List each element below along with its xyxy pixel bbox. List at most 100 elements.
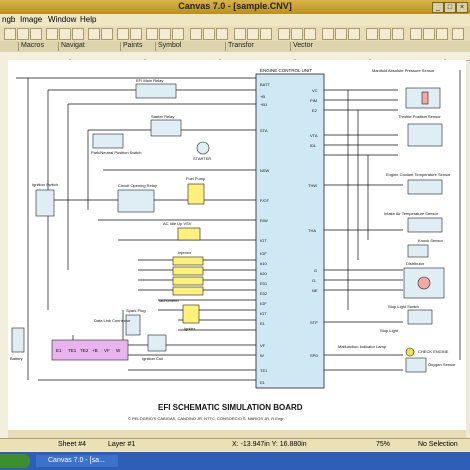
ecu-pin-label: G- bbox=[312, 278, 317, 283]
toolbar-button[interactable] bbox=[291, 28, 303, 40]
label-stop-switch: Stop Light Switch bbox=[388, 304, 419, 309]
ecu-pin-label: SPD bbox=[310, 353, 318, 358]
ecu-pin-label: NE bbox=[312, 288, 318, 293]
ecu-pin-label: E01 bbox=[260, 281, 268, 286]
label-data-link: Data Link Connector bbox=[94, 318, 131, 323]
toolbar-button[interactable] bbox=[410, 28, 422, 40]
board-credits: © PELOGRIO'S CABIGAS, CANDINO JR, NTTC, … bbox=[128, 416, 285, 421]
knock-sensor-symbol bbox=[407, 244, 429, 258]
starter-motor-symbol bbox=[196, 141, 210, 155]
toolbar-button[interactable] bbox=[117, 28, 129, 40]
toolbar-button[interactable] bbox=[17, 28, 29, 40]
toolbar-button[interactable] bbox=[30, 28, 42, 40]
menu-item-image[interactable]: Image bbox=[20, 15, 42, 24]
start-button[interactable] bbox=[0, 454, 30, 468]
ecu-pin-label: IGT bbox=[260, 238, 267, 243]
toolbar-button[interactable] bbox=[88, 28, 100, 40]
palette-symbol[interactable]: Symbol bbox=[155, 42, 181, 51]
battery-symbol bbox=[11, 327, 25, 353]
toolbar-button[interactable] bbox=[366, 28, 378, 40]
toolbar-button[interactable] bbox=[247, 28, 259, 40]
ecu-pin-label: +B1 bbox=[260, 102, 268, 107]
toolbar-button[interactable] bbox=[260, 28, 272, 40]
toolbar-button[interactable] bbox=[59, 28, 71, 40]
menu-item-help[interactable]: Help bbox=[80, 15, 96, 24]
label-starter-relay: Starter Relay bbox=[151, 114, 174, 119]
toolbar-button[interactable] bbox=[392, 28, 404, 40]
dlc-pin: +B bbox=[92, 348, 98, 353]
label-spark-plug: Spark Plug bbox=[126, 308, 146, 313]
close-button[interactable]: × bbox=[456, 2, 468, 13]
toolbar-button[interactable] bbox=[146, 28, 158, 40]
ecu-title: ENGINE CONTROL UNIT bbox=[260, 68, 312, 73]
ect-symbol bbox=[407, 179, 443, 195]
palette-navigator[interactable]: Navigat bbox=[58, 42, 85, 51]
label-distributor: Distributor bbox=[406, 261, 425, 266]
ecu-pin-label: IDL bbox=[310, 143, 317, 148]
oxygen-sensor-symbol bbox=[405, 357, 427, 373]
label-stop-light: Stop Light bbox=[380, 328, 399, 333]
ecu-pin-label: E02 bbox=[260, 291, 268, 296]
drawing-canvas[interactable]: BATT +B +B1 STA NSW F/OT R/W IGT IGF #10… bbox=[8, 60, 466, 430]
toolbar-button[interactable] bbox=[304, 28, 316, 40]
toolbar-button[interactable] bbox=[172, 28, 184, 40]
label-injector: Injector bbox=[178, 250, 192, 255]
label-tps: Throttle Position Sensor bbox=[398, 114, 441, 119]
toolbar-button[interactable] bbox=[190, 28, 202, 40]
toolbar-button[interactable] bbox=[348, 28, 360, 40]
menu-item-0[interactable]: ngb bbox=[2, 15, 15, 24]
label-check-engine: CHECK ENGINE bbox=[418, 349, 449, 354]
ecu-pin-label: E1 bbox=[260, 321, 266, 326]
injector-4-symbol bbox=[172, 286, 204, 296]
toolbar-button[interactable] bbox=[101, 28, 113, 40]
toolbar-button[interactable] bbox=[234, 28, 246, 40]
stop-light-switch-symbol bbox=[407, 309, 433, 325]
toolbar-button[interactable] bbox=[423, 28, 435, 40]
toolbar-button[interactable] bbox=[130, 28, 142, 40]
injector-1-symbol bbox=[172, 256, 204, 266]
label-o2: Oxygen Sensor bbox=[428, 362, 456, 367]
label-map-sensor: Manifold Absolute Pressure Sensor bbox=[372, 68, 435, 73]
label-fuel-pump: Fuel Pump bbox=[186, 176, 206, 181]
toolbar-button[interactable] bbox=[72, 28, 84, 40]
status-sheet[interactable]: Sheet #4 bbox=[58, 441, 86, 448]
dlc-pin: TE1 bbox=[68, 348, 77, 353]
injector-2-symbol bbox=[172, 266, 204, 276]
maximize-button[interactable]: □ bbox=[444, 2, 456, 13]
ecu-pin-label: TE1 bbox=[260, 368, 268, 373]
horizontal-scrollbar[interactable] bbox=[8, 430, 466, 438]
ecu-pin-label: THA bbox=[308, 228, 316, 233]
menu-item-window[interactable]: Window bbox=[48, 15, 76, 24]
palette-vector[interactable]: Vector bbox=[290, 42, 313, 51]
map-sensor-element bbox=[421, 91, 429, 105]
toolbar-button[interactable] bbox=[436, 28, 448, 40]
toolbar-button[interactable] bbox=[335, 28, 347, 40]
toolbar-button[interactable] bbox=[203, 28, 215, 40]
toolbar-button[interactable] bbox=[278, 28, 290, 40]
ignition-switch-symbol bbox=[35, 189, 55, 217]
status-layer[interactable]: Layer #1 bbox=[108, 441, 135, 448]
label-igniter: Igniter bbox=[184, 326, 196, 331]
palette-transform[interactable]: Transfor bbox=[225, 42, 254, 51]
ecu-pin-label: THW bbox=[308, 183, 317, 188]
toolbar-button[interactable] bbox=[4, 28, 16, 40]
status-zoom[interactable]: 75% bbox=[376, 441, 390, 448]
toolbar-button[interactable] bbox=[159, 28, 171, 40]
ecu-pin-label: W bbox=[260, 353, 264, 358]
toolbar-button[interactable] bbox=[46, 28, 58, 40]
palette-macros[interactable]: Macros bbox=[18, 42, 44, 51]
palette-paints[interactable]: Paints bbox=[120, 42, 142, 51]
toolbar-button[interactable] bbox=[322, 28, 334, 40]
label-ac-idle: AC Idle Up VSV bbox=[163, 221, 192, 226]
ecu-pin-label: F/OT bbox=[260, 198, 270, 203]
ecu-pin-label: R/W bbox=[260, 218, 268, 223]
ecu-pin-label: E2 bbox=[312, 108, 318, 113]
minimize-button[interactable]: _ bbox=[432, 2, 444, 13]
toolbar-button[interactable] bbox=[452, 28, 464, 40]
toolbar-button[interactable] bbox=[379, 28, 391, 40]
toolbar-button[interactable] bbox=[216, 28, 228, 40]
label-park-neutral: Park/Neutral Position Switch bbox=[91, 150, 141, 155]
ecu-pin-label: E1 bbox=[260, 380, 266, 385]
taskbar-item-canvas[interactable]: Canvas 7.0 - [sa... bbox=[36, 455, 118, 467]
label-ignition-coil: Ignition Coil bbox=[142, 356, 163, 361]
